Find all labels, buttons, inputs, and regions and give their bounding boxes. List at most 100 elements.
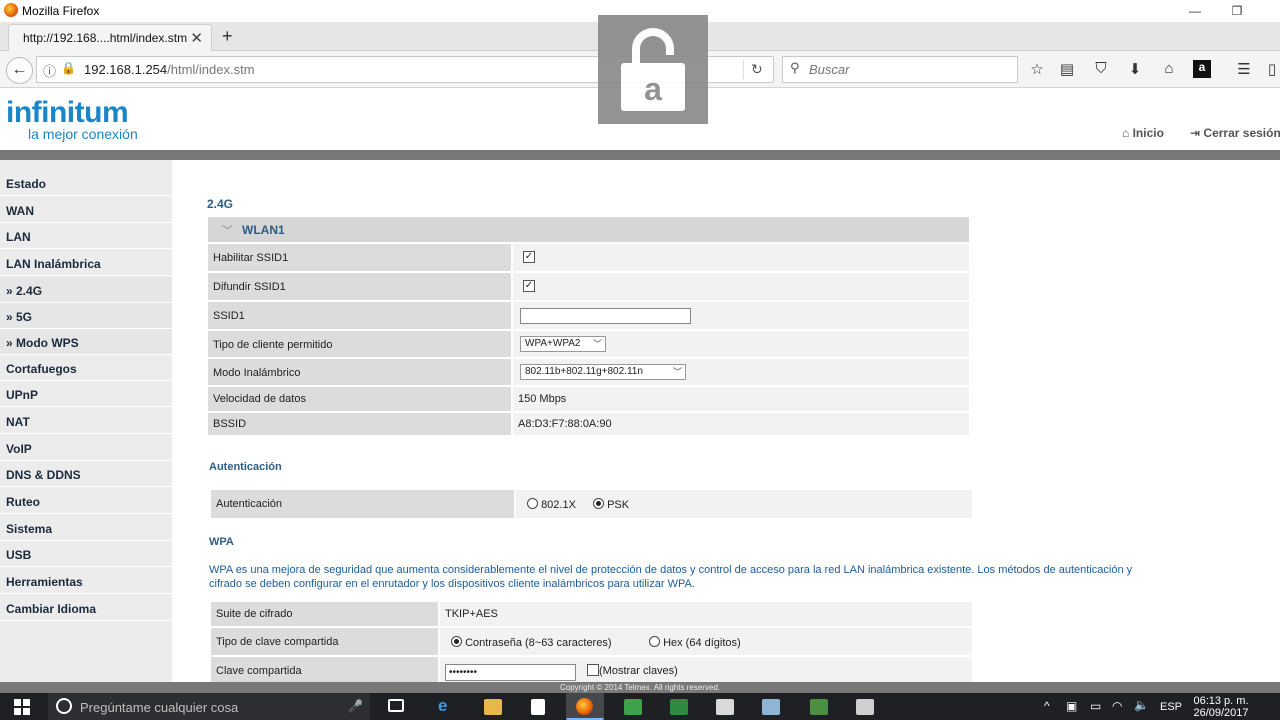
wireless-mode-value: 802.11b+802.11g+802.11n [525,366,643,377]
radio-password[interactable] [451,636,462,647]
radio-8021x[interactable] [527,498,538,509]
bookmark-star-icon[interactable]: ☆ [1026,60,1048,80]
new-tab-icon[interactable]: + [222,26,233,47]
logout-link[interactable]: ⇥ Cerrar sesión [1190,126,1280,140]
wifi-icon[interactable]: ◠ [1112,699,1122,713]
auth-8021x-option[interactable]: 802.1X [527,498,576,511]
file-explorer-icon[interactable] [484,699,502,715]
sidebar-item-usb[interactable]: USB [0,541,172,567]
wpa-description: WPA es una mejora de seguridad que aumen… [209,564,1133,590]
cortana-search-box[interactable]: Pregúntame cualquier cosa 🎤 [48,693,370,720]
tab-title: http://192.168....html/index.stm [23,31,188,45]
cipher-label: Suite de cifrado [216,608,293,620]
security-tray-icon[interactable]: ▣ [1066,699,1077,713]
radio-psk[interactable] [593,498,604,509]
show-keys-label: (Mostrar claves) [599,665,678,677]
sidebar-item-voip[interactable]: VoIP [0,435,172,461]
battery-icon[interactable]: ▭ [1090,699,1101,713]
sidebar-item-2-4g[interactable]: » 2.4G [0,277,172,303]
sidebar-toggle-icon[interactable]: ▯ [1264,60,1280,80]
close-tab-icon[interactable]: ✕ [190,29,203,47]
key-type-password-option[interactable]: Contraseña (8~63 caracteres) [451,636,612,649]
game-app-icon[interactable] [810,699,828,715]
microphone-icon[interactable]: 🎤 [348,699,363,713]
sidebar-item-ruteo[interactable]: Ruteo [0,488,172,514]
spreadsheet-app-icon[interactable] [670,699,688,715]
firefox-logo-icon [576,698,593,715]
sidebar-item-lan[interactable]: LAN [0,223,172,249]
menu-icon[interactable]: ☰ [1233,60,1255,80]
table-cell: WPA+WPA2 ﹀ [511,331,969,357]
chevron-down-icon: ﹀ [222,225,233,237]
windows-taskbar: Pregúntame cualquier cosa 🎤 e ^ ▣ ▭ ◠ 🔈 … [0,693,1280,720]
search-bar[interactable]: ⚲ Buscar [782,56,1018,83]
send-app-icon[interactable] [856,699,874,715]
sidebar-item-modo-wps[interactable]: » Modo WPS [0,329,172,355]
show-hidden-icons-icon[interactable]: ^ [1044,699,1050,713]
sidebar-item-estado[interactable]: Estado [0,170,172,196]
windows-start-icon[interactable] [14,699,30,715]
sidebar-item-herramientas[interactable]: Herramientas [0,568,172,594]
sidebar-item-lan-inalambrica[interactable]: LAN Inalámbrica [0,250,172,276]
shared-key-input[interactable]: •••••••• [445,664,576,681]
restore-button[interactable]: ❐ [1222,2,1252,20]
band-title: 2.4G [207,197,234,211]
bssid-label: BSSID [213,418,247,430]
sidebar-item-dns-ddns[interactable]: DNS & DDNS [0,461,172,487]
table-row: Habilitar SSID1 ✓ [208,244,969,271]
broadcast-ssid-checkbox[interactable]: ✓ [523,280,535,292]
clock[interactable]: 06:13 p. m. 26/09/2017 [1186,695,1256,719]
sidebar-item-nat[interactable]: NAT [0,408,172,434]
edge-icon[interactable]: e [438,696,456,715]
radio-hex[interactable] [649,636,660,647]
show-keys-option[interactable]: (Mostrar claves) [587,664,678,677]
home-icon[interactable]: ⌂ [1158,60,1180,80]
sidebar-item-sistema[interactable]: Sistema [0,515,172,541]
clock-time: 06:13 p. m. [1193,695,1249,707]
amazon-icon[interactable]: a [1193,60,1211,78]
table-cell: •••••••• (Mostrar claves) [438,657,972,682]
info-icon[interactable]: ⓘ [43,61,56,80]
pocket-icon[interactable]: ⛉ [1090,60,1112,80]
reading-list-icon[interactable]: ▤ [1056,60,1078,80]
store-icon[interactable] [531,699,545,715]
wireless-mode-select[interactable]: 802.11b+802.11g+802.11n ﹀ [520,364,686,380]
auth-section-title: Autenticación [209,461,282,473]
header-divider [0,150,1280,160]
logout-icon: ⇥ [1190,126,1201,140]
sidebar-item-cambiar-idioma[interactable]: Cambiar Idioma [0,595,172,621]
home-link[interactable]: ⌂ Inicio [1122,126,1164,140]
enable-ssid-label: Habilitar SSID1 [213,252,289,264]
cloud-app-icon[interactable] [624,699,642,715]
ssid-input[interactable] [520,308,691,324]
key-type-hex-option[interactable]: Hex (64 dígitos) [649,636,741,649]
client-type-select[interactable]: WPA+WPA2 ﹀ [520,336,606,352]
table-row: BSSID A8:D3:F7:88:0A:90 [208,413,969,435]
back-arrow-icon[interactable]: ← [6,57,33,84]
volume-icon[interactable]: 🔈 [1134,698,1149,712]
sidebar-item-wan[interactable]: WAN [0,197,172,223]
downloads-icon[interactable]: ⬇ [1124,60,1146,80]
home-link-icon: ⌂ [1122,126,1130,140]
show-keys-checkbox[interactable] [587,664,599,676]
language-indicator[interactable]: ESP [1160,701,1182,713]
cortana-placeholder: Pregúntame cualquier cosa [80,700,239,715]
sidebar-item-cortafuegos[interactable]: Cortafuegos [0,355,172,381]
task-view-icon[interactable] [388,699,404,712]
mail-app-icon[interactable] [716,699,734,715]
auth-psk-option[interactable]: PSK [593,498,629,511]
wlan-header[interactable]: ﹀ WLAN1 [208,217,969,242]
browser-tab[interactable]: http://192.168....html/index.stm ✕ [8,24,212,51]
auth-psk-label: PSK [607,499,630,511]
notes-app-icon[interactable] [762,699,780,715]
infinitum-logo: infinitum la mejor conexión [6,96,138,142]
firefox-taskbar-icon[interactable] [566,693,604,720]
minimize-button[interactable]: — [1180,2,1210,20]
url-path: /html/index.stm [167,62,255,77]
sidebar-item-upnp[interactable]: UPnP [0,381,172,407]
auth-8021x-label: 802.1X [541,499,576,511]
sidebar-item-5g[interactable]: » 5G [0,303,172,329]
enable-ssid-checkbox[interactable]: ✓ [523,251,535,263]
reload-icon[interactable]: ↻ [751,61,763,78]
insecure-lock-icon[interactable]: 🔒 [61,61,76,75]
